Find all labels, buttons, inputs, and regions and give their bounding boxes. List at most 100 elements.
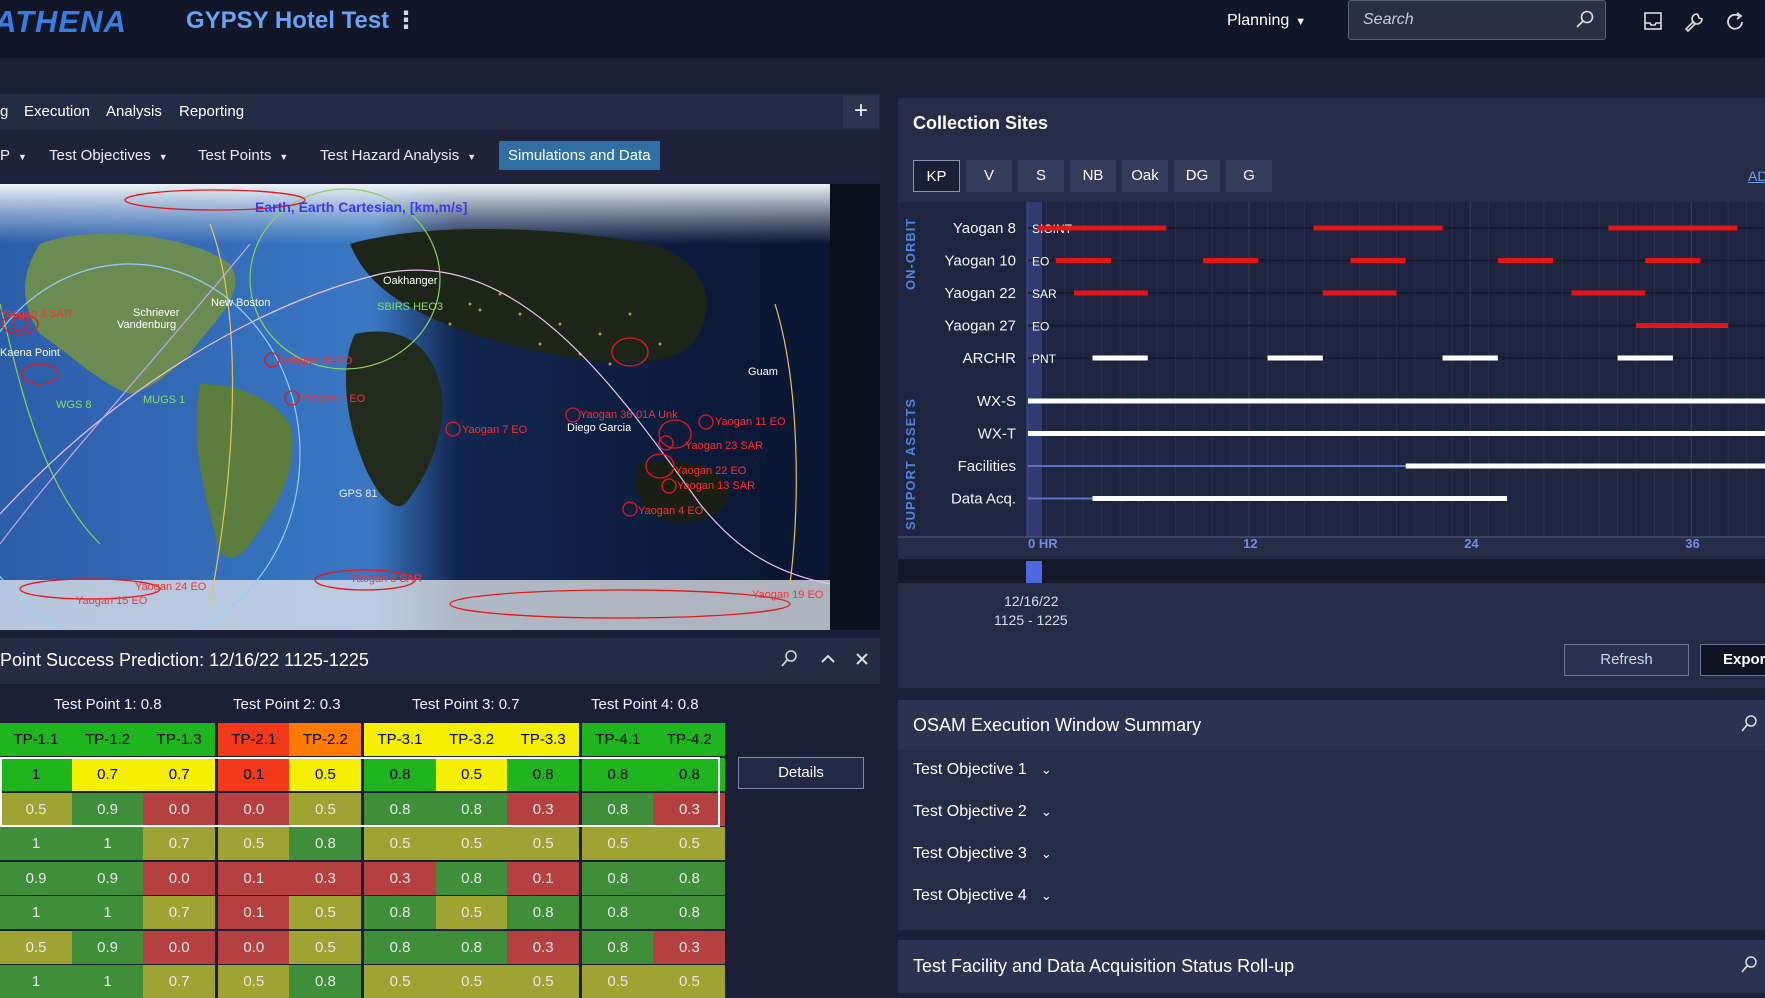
grid-cell[interactable]: 0.8 <box>435 930 508 964</box>
site-tab-dg[interactable]: DG <box>1174 160 1220 192</box>
grid-cell[interactable]: 0.5 <box>0 930 72 964</box>
grid-cell[interactable]: 0.5 <box>364 827 436 860</box>
site-tab-s[interactable]: S <box>1018 160 1064 192</box>
grid-column-header[interactable]: TP-1.3 <box>143 723 216 756</box>
grid-cell[interactable]: 1 <box>0 965 72 998</box>
chevron-up-icon[interactable] <box>819 650 837 668</box>
subnav-item-test-points[interactable]: Test Points ▼ <box>198 147 288 164</box>
kebab-menu-icon[interactable]: ⋮ <box>394 6 418 35</box>
grid-cell[interactable]: 0.5 <box>653 827 726 860</box>
site-tab-kp[interactable]: KP <box>913 160 960 192</box>
grid-cell[interactable]: 0.8 <box>581 930 654 964</box>
search-icon[interactable] <box>1575 10 1595 30</box>
grid-cell[interactable]: 0.5 <box>217 965 290 998</box>
add-tab-button[interactable]: + <box>843 96 879 128</box>
grid-cell[interactable]: 0.8 <box>364 930 436 964</box>
grid-cell[interactable]: 1 <box>0 896 72 929</box>
grid-cell[interactable]: 0.5 <box>507 827 580 860</box>
grid-column-header[interactable]: TP-1.1 <box>0 723 72 756</box>
grid-cell[interactable]: 0.3 <box>289 861 362 895</box>
grid-cell[interactable]: 0.8 <box>364 896 436 929</box>
subnav-item-partial[interactable]: P ▼ <box>0 147 27 164</box>
export-button[interactable]: Expor <box>1700 644 1765 676</box>
search-icon[interactable] <box>1740 956 1758 974</box>
inbox-icon[interactable] <box>1643 11 1663 31</box>
search-icon[interactable] <box>1740 715 1758 733</box>
grid-cell[interactable]: 0.3 <box>507 930 580 964</box>
grid-cell[interactable]: 0.9 <box>0 861 72 895</box>
grid-cell[interactable]: 0.9 <box>71 861 144 895</box>
grid-cell[interactable]: 0.5 <box>0 792 72 826</box>
grid-cell[interactable]: 0.8 <box>581 896 654 929</box>
grid-cell[interactable]: 0.1 <box>217 861 290 895</box>
grid-cell[interactable]: 0.8 <box>581 792 654 826</box>
site-tab-nb[interactable]: NB <box>1070 160 1116 192</box>
grid-cell[interactable]: 0.5 <box>435 896 508 929</box>
grid-cell[interactable]: 0.5 <box>289 930 362 964</box>
grid-cell[interactable]: 0.8 <box>507 896 580 929</box>
grid-cell[interactable]: 0.7 <box>71 758 144 791</box>
time-scrubber-handle[interactable] <box>1026 561 1042 583</box>
grid-cell[interactable]: 0.0 <box>217 792 290 826</box>
grid-cell[interactable]: 1 <box>0 827 72 860</box>
grid-cell[interactable]: 0.1 <box>507 861 580 895</box>
grid-cell[interactable]: 0.5 <box>289 792 362 826</box>
grid-column-header[interactable]: TP-3.2 <box>435 723 508 756</box>
grid-column-header[interactable]: TP-3.1 <box>364 723 436 756</box>
grid-cell[interactable]: 0.0 <box>143 792 216 826</box>
grid-cell[interactable]: 0.3 <box>653 930 726 964</box>
grid-cell[interactable]: 0.5 <box>653 965 726 998</box>
grid-cell[interactable]: 0.0 <box>143 861 216 895</box>
grid-column-header[interactable]: TP-1.2 <box>71 723 144 756</box>
subnav-item-test-objectives[interactable]: Test Objectives ▼ <box>49 147 168 164</box>
tab-reporting[interactable]: Reporting <box>179 103 244 120</box>
grid-cell[interactable]: 0.7 <box>143 965 216 998</box>
grid-cell[interactable]: 0.7 <box>143 827 216 860</box>
test-objective-1[interactable]: Test Objective 1 ⌄ <box>913 761 1052 779</box>
search-box[interactable] <box>1348 0 1606 40</box>
details-button[interactable]: Details <box>738 757 864 789</box>
grid-cell[interactable]: 0.3 <box>364 861 436 895</box>
grid-cell[interactable]: 0.1 <box>217 896 290 929</box>
world-map-view[interactable]: Earth, Earth Cartesian, [km,m/s] Oakhang… <box>0 184 830 630</box>
grid-cell[interactable]: 0.8 <box>653 861 726 895</box>
refresh-icon[interactable] <box>1724 11 1746 33</box>
grid-cell[interactable]: 0.8 <box>653 758 726 791</box>
refresh-button[interactable]: Refresh <box>1564 644 1689 676</box>
grid-cell[interactable]: 0.9 <box>71 930 144 964</box>
grid-cell[interactable]: 0.5 <box>435 758 508 791</box>
grid-cell[interactable]: 1 <box>71 896 144 929</box>
ad-link[interactable]: AD <box>1748 168 1765 184</box>
grid-cell[interactable]: 0.0 <box>143 930 216 964</box>
grid-cell[interactable]: 0.5 <box>435 827 508 860</box>
grid-cell[interactable]: 0.8 <box>435 792 508 826</box>
grid-cell[interactable]: 0.5 <box>289 896 362 929</box>
grid-column-header[interactable]: TP-3.3 <box>507 723 580 756</box>
tab-execution[interactable]: Execution <box>24 103 90 120</box>
test-objective-4[interactable]: Test Objective 4 ⌄ <box>913 887 1052 905</box>
site-tab-v[interactable]: V <box>966 160 1012 192</box>
grid-cell[interactable]: 0.8 <box>653 896 726 929</box>
grid-cell[interactable]: 0.8 <box>364 792 436 826</box>
grid-cell[interactable]: 0.0 <box>217 930 290 964</box>
grid-cell[interactable]: 0.3 <box>507 792 580 826</box>
search-input[interactable] <box>1349 1 1605 39</box>
grid-column-header[interactable]: TP-2.2 <box>289 723 362 756</box>
subnav-item-simulations-and-data[interactable]: Simulations and Data <box>499 141 660 170</box>
test-objective-2[interactable]: Test Objective 2 ⌄ <box>913 803 1052 821</box>
grid-cell[interactable]: 0.8 <box>435 861 508 895</box>
wrench-icon[interactable] <box>1683 11 1705 33</box>
grid-cell[interactable]: 1 <box>0 758 72 791</box>
grid-cell[interactable]: 0.5 <box>581 965 654 998</box>
subnav-item-test-hazard-analysis[interactable]: Test Hazard Analysis ▼ <box>320 147 476 164</box>
grid-cell[interactable]: 0.3 <box>653 792 726 826</box>
grid-cell[interactable]: 1 <box>71 965 144 998</box>
grid-cell[interactable]: 0.5 <box>289 758 362 791</box>
grid-cell[interactable]: 0.8 <box>364 758 436 791</box>
grid-cell[interactable]: 0.9 <box>71 792 144 826</box>
grid-cell[interactable]: 0.5 <box>435 965 508 998</box>
grid-cell[interactable]: 0.5 <box>581 827 654 860</box>
grid-cell[interactable]: 0.8 <box>581 758 654 791</box>
search-icon[interactable] <box>780 650 798 668</box>
site-tab-g[interactable]: G <box>1226 160 1272 192</box>
